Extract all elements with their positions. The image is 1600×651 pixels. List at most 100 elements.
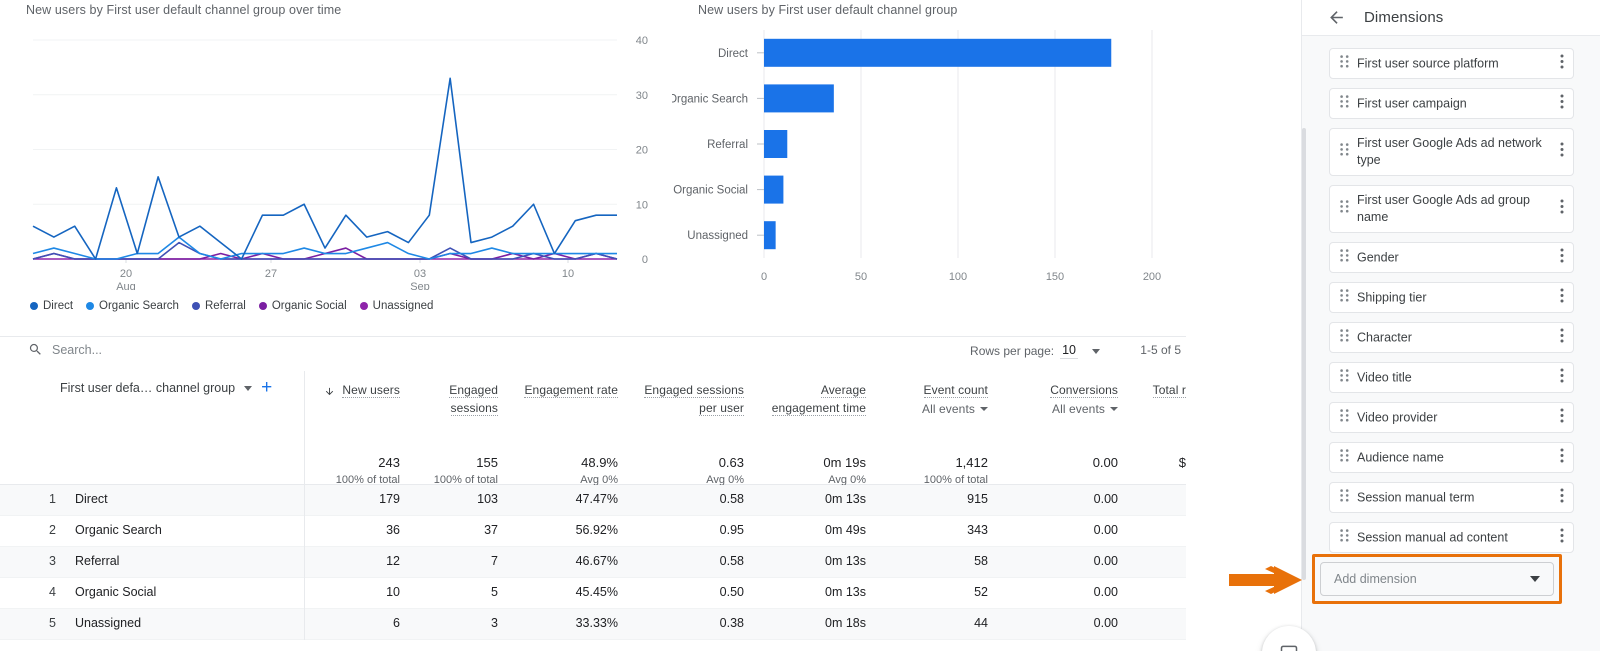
row-cell-sessions-per-user: 0.50 (719, 585, 744, 599)
more-options-icon[interactable] (1560, 142, 1564, 162)
table-row[interactable]: 5 Unassigned 6 3 33.33% 0.38 0m 18s 44 0.00 (0, 609, 1186, 640)
legend-label: Organic Social (271, 300, 347, 312)
dimension-card[interactable]: First user source platform (1329, 48, 1574, 79)
data-table: First user defa… channel group + Direct … (0, 371, 1186, 640)
legend-item-organic-search[interactable]: Organic Search (86, 300, 179, 312)
more-options-icon[interactable] (1560, 528, 1564, 548)
event-count-filter-label: All events (921, 402, 975, 416)
legend-item-organic-social[interactable]: Organic Social (258, 300, 347, 312)
drag-handle-icon[interactable] (1340, 288, 1349, 307)
column-header-engaged-sessions[interactable]: Engaged sessions (406, 381, 498, 417)
drag-handle-icon[interactable] (1340, 248, 1349, 267)
dimension-column-label: First user defa… channel group (60, 381, 236, 395)
table-row[interactable]: 4 Organic Social 10 5 45.45% 0.50 0m 13s 52 0.00 (0, 578, 1186, 609)
drag-handle-icon[interactable] (1340, 54, 1349, 73)
search-icon (28, 342, 43, 357)
column-header-event-count[interactable]: Event count All events (878, 381, 988, 418)
dimension-card[interactable]: Video title (1329, 362, 1574, 393)
drag-handle-icon[interactable] (1340, 328, 1349, 347)
more-options-icon[interactable] (1560, 408, 1564, 428)
more-options-icon[interactable] (1560, 328, 1564, 348)
column-header-total-revenue[interactable]: Total r (1126, 381, 1186, 399)
row-cell-avg-engagement-time: 0m 13s (825, 554, 866, 568)
more-options-icon[interactable] (1560, 248, 1564, 268)
legend-item-referral[interactable]: Referral (191, 300, 246, 312)
add-dimension-plus-icon[interactable]: + (261, 378, 272, 397)
row-dimension-value[interactable]: Referral (75, 554, 119, 568)
row-dimension-value[interactable]: Direct (75, 492, 108, 506)
dimension-card[interactable]: Video provider (1329, 402, 1574, 433)
column-header-conversions[interactable]: Conversions All events (1008, 381, 1118, 418)
total-avg-engagement-time: 0m 19s (823, 455, 866, 470)
chevron-down-icon[interactable] (1092, 348, 1100, 354)
dimension-column-header[interactable]: First user defa… channel group + (60, 378, 272, 397)
rows-per-page-control[interactable]: Rows per page: 10 (970, 343, 1100, 359)
row-dimension-value[interactable]: Organic Social (75, 585, 156, 599)
table-row[interactable]: 1 Direct 179 103 47.47% 0.58 0m 13s 915 0.00 (0, 485, 1186, 516)
column-header-average-engagement-time[interactable]: Average engagement time (766, 381, 866, 417)
column-header-label-text: Engaged sessions per user (644, 383, 744, 416)
dimension-card[interactable]: Session manual term (1329, 482, 1574, 513)
drag-handle-icon[interactable] (1340, 408, 1349, 427)
more-options-icon[interactable] (1560, 488, 1564, 508)
column-header-label-text: Average engagement time (771, 383, 866, 416)
row-dimension-value[interactable]: Organic Search (75, 523, 162, 537)
more-options-icon[interactable] (1560, 368, 1564, 388)
bar[interactable] (764, 175, 784, 204)
column-header-engagement-rate[interactable]: Engagement rate (524, 381, 618, 399)
row-dimension-value[interactable]: Unassigned (75, 616, 141, 630)
legend-item-direct[interactable]: Direct (30, 300, 73, 312)
dimension-card[interactable]: Character (1329, 322, 1574, 353)
search-box[interactable] (28, 342, 272, 357)
chevron-down-icon[interactable] (980, 407, 988, 411)
drag-handle-icon[interactable] (1340, 143, 1349, 161)
drag-handle-icon[interactable] (1340, 200, 1349, 218)
dimension-card[interactable]: First user Google Ads ad network type (1329, 128, 1574, 176)
more-options-icon[interactable] (1560, 288, 1564, 308)
legend-item-unassigned[interactable]: Unassigned (359, 300, 433, 312)
row-cell-engaged-sessions: 5 (491, 585, 498, 599)
add-dimension-select[interactable]: Add dimension (1320, 562, 1554, 596)
table-row[interactable]: 2 Organic Search 36 37 56.92% 0.95 0m 49s 343 0.… (0, 516, 1186, 547)
event-count-filter[interactable]: All events (878, 400, 988, 418)
drag-handle-icon[interactable] (1340, 528, 1349, 547)
bar[interactable] (764, 38, 1112, 67)
chevron-down-icon[interactable] (244, 385, 253, 391)
dimension-card[interactable]: Gender (1329, 242, 1574, 273)
chevron-down-icon[interactable] (1110, 407, 1118, 411)
back-arrow-icon[interactable] (1327, 8, 1346, 27)
drag-handle-icon[interactable] (1340, 488, 1349, 507)
table-row[interactable]: 3 Referral 12 7 46.67% 0.58 0m 13s 58 0.00 (0, 547, 1186, 578)
drag-handle-icon[interactable] (1340, 448, 1349, 467)
column-header-new-users[interactable]: Direct New users (290, 381, 400, 399)
conversions-filter[interactable]: All events (1008, 400, 1118, 418)
dimension-card-label: First user Google Ads ad network type (1357, 136, 1542, 167)
more-options-icon[interactable] (1560, 448, 1564, 468)
more-options-icon[interactable] (1560, 199, 1564, 219)
bar[interactable] (764, 84, 834, 113)
rows-per-page-value[interactable]: 10 (1060, 343, 1078, 359)
chevron-down-icon[interactable] (1530, 576, 1540, 582)
legend-color-dot (191, 302, 200, 310)
bar-category-label: Direct (718, 48, 749, 60)
dimension-card[interactable]: First user campaign (1329, 88, 1574, 119)
bar[interactable] (764, 130, 788, 158)
column-header-engaged-sessions-per-user[interactable]: Engaged sessions per user (644, 381, 744, 417)
more-options-icon[interactable] (1560, 54, 1564, 74)
dimension-card[interactable]: Session manual ad content (1329, 522, 1574, 553)
add-dimension-placeholder: Add dimension (1334, 572, 1417, 586)
x-axis-tick-label: 150 (1046, 271, 1064, 283)
x-axis-tick-label: 200 (1143, 271, 1161, 283)
bar-category-label: Organic Search (672, 93, 748, 105)
bar[interactable] (764, 221, 776, 250)
drag-handle-icon[interactable] (1340, 94, 1349, 113)
dimension-card[interactable]: Audience name (1329, 442, 1574, 473)
dimension-card[interactable]: First user Google Ads ad group name (1329, 185, 1574, 233)
drag-handle-icon[interactable] (1340, 368, 1349, 387)
dimensions-panel-scrollbar[interactable] (1302, 128, 1306, 580)
row-cell-sessions-per-user: 0.38 (719, 616, 744, 630)
search-input[interactable] (52, 342, 272, 357)
more-options-icon[interactable] (1560, 94, 1564, 114)
dimension-card[interactable]: Shipping tier (1329, 282, 1574, 313)
dimensions-panel-title: Dimensions (1364, 9, 1444, 26)
